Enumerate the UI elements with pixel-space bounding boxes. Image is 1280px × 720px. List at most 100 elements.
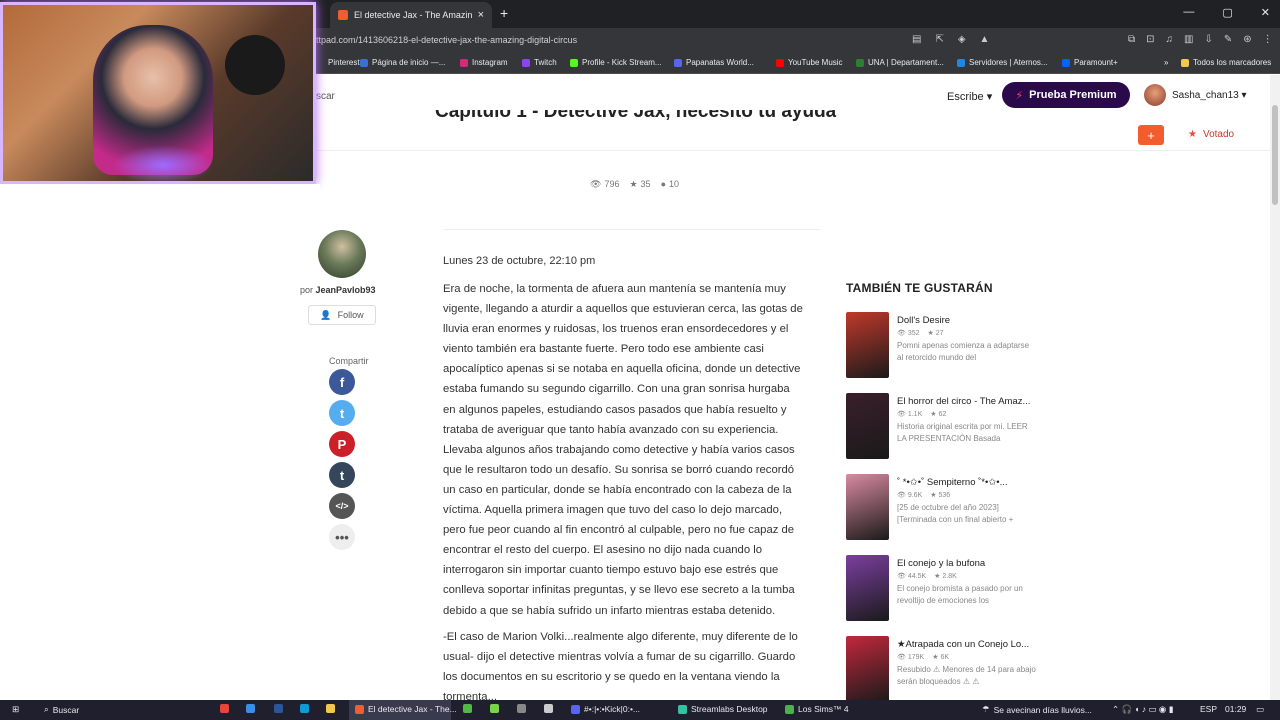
- recommendation-item[interactable]: El horror del circo - The Amaz... 👁 1.1K ★…: [846, 393, 1046, 461]
- user-menu[interactable]: Sasha_chan13 ▾: [1144, 84, 1247, 106]
- bookmark-label: UNA | Departament...: [868, 58, 944, 67]
- book-title[interactable]: ★Atrapada con un Conejo Lo...: [897, 639, 1037, 650]
- scrollbar-thumb[interactable]: [1272, 105, 1278, 205]
- close-tab-icon[interactable]: ×: [478, 9, 484, 21]
- author-name[interactable]: JeanPavlob93: [316, 285, 376, 295]
- bookmark-item[interactable]: Profile - Kick Stream...: [570, 58, 662, 67]
- views-stat: 👁 179K: [897, 654, 925, 661]
- facebook-share-icon[interactable]: f: [329, 369, 355, 395]
- page-scrollbar[interactable]: [1270, 75, 1280, 700]
- bookmark-item[interactable]: Twitch: [522, 58, 557, 67]
- bookmark-item[interactable]: Todos los marcadores: [1181, 58, 1271, 67]
- browser-tab[interactable]: El detective Jax - The Amazing D ×: [330, 2, 492, 28]
- menu-icon[interactable]: ⋮: [1263, 34, 1273, 45]
- embed-share-icon[interactable]: </>: [329, 493, 355, 519]
- book-description: [25 de octubre del año 2023] [Terminada …: [897, 503, 1014, 524]
- voted-label: Votado: [1202, 129, 1235, 140]
- book-title[interactable]: El conejo y la bufona: [897, 558, 1037, 569]
- tumblr-share-icon[interactable]: t: [329, 462, 355, 488]
- recommendation-item[interactable]: ˚ *•✩•˚ Sempiterno ˚*•✩•... 👁 9.6K ★ 536 [2…: [846, 474, 1046, 542]
- edge-task-icon[interactable]: [300, 704, 309, 713]
- vpn-icon[interactable]: ⊛: [1243, 34, 1251, 45]
- webcam-background-panel: [0, 184, 320, 204]
- comments-stat: ● 10: [660, 179, 680, 189]
- word-task-icon[interactable]: [274, 704, 283, 713]
- book-cover[interactable]: [846, 312, 889, 378]
- brave-rewards-icon[interactable]: ▲: [980, 34, 990, 45]
- bookmark-item[interactable]: Página de inicio —...: [360, 58, 445, 67]
- windows-taskbar: ⊞ ⌕ Buscar El detective Jax - The... #•:…: [0, 700, 1280, 720]
- recommendation-item[interactable]: ★Atrapada con un Conejo Lo... 👁 179K ★ 6K R…: [846, 636, 1046, 700]
- settings-task-icon[interactable]: [246, 704, 255, 713]
- bookmark-item[interactable]: Papanatas World...: [674, 58, 754, 67]
- tray-icons[interactable]: ⌃ 🎧 ◖ ♪ ▭ ◉ ▮: [1112, 704, 1173, 715]
- search-label: Buscar: [52, 704, 80, 715]
- browser-task[interactable]: El detective Jax - The...: [355, 704, 457, 714]
- notifications-icon[interactable]: ▭: [1256, 704, 1264, 715]
- bookmark-favicon-icon: [1181, 58, 1189, 67]
- bookmark-item[interactable]: Instagram: [460, 58, 508, 67]
- pen-icon[interactable]: ✎: [1224, 34, 1232, 45]
- book-title[interactable]: Doll's Desire: [897, 315, 1037, 326]
- sidebar-icon[interactable]: ▥: [1184, 34, 1193, 45]
- bookmark-item[interactable]: »: [1152, 58, 1168, 67]
- brave-shield-icon[interactable]: ◈: [958, 34, 966, 45]
- close-window-button[interactable]: ✕: [1261, 6, 1270, 19]
- book-cover[interactable]: [846, 555, 889, 621]
- story-paragraph: -El caso de Marion Volki...realmente alg…: [443, 630, 798, 700]
- book-title[interactable]: ˚ *•✩•˚ Sempiterno ˚*•✩•...: [897, 477, 1037, 488]
- bookmark-item[interactable]: YouTube Music: [776, 58, 843, 67]
- bookmark-item[interactable]: UNA | Departament...: [856, 58, 944, 67]
- app-task-icon[interactable]: [463, 704, 472, 713]
- app-task-icon[interactable]: [544, 704, 553, 713]
- minimize-button[interactable]: —: [1183, 6, 1194, 19]
- follow-label: Follow: [337, 310, 364, 320]
- download-icon[interactable]: ⇩: [1204, 34, 1212, 45]
- bookmark-label: Paramount+: [1074, 58, 1118, 67]
- new-tab-button[interactable]: +: [500, 5, 508, 21]
- app-task-icon[interactable]: [490, 704, 499, 713]
- maximize-button[interactable]: ▢: [1222, 6, 1232, 19]
- clock[interactable]: 01:29: [1225, 704, 1246, 714]
- recommendation-item[interactable]: El conejo y la bufona 👁 44.5K ★ 2.8K El con…: [846, 555, 1046, 623]
- media-icon[interactable]: ♫: [1166, 34, 1174, 45]
- start-icon[interactable]: ⊞: [12, 704, 19, 715]
- bookmark-item[interactable]: Pinterest: [316, 58, 360, 67]
- twitter-share-icon[interactable]: t: [329, 400, 355, 426]
- book-cover[interactable]: [846, 393, 889, 459]
- bookmark-item[interactable]: Paramount+: [1062, 58, 1118, 67]
- book-cover[interactable]: [846, 474, 889, 540]
- chrome-task-icon[interactable]: [220, 704, 229, 713]
- follow-button[interactable]: 👤 Follow: [308, 305, 376, 325]
- recommendation-item[interactable]: Doll's Desire 👁 352 ★ 27 Pomni apenas comie…: [846, 312, 1046, 380]
- extensions-icon[interactable]: ⧉: [1128, 34, 1135, 45]
- more-share-icon[interactable]: •••: [329, 524, 355, 550]
- explorer-task-icon[interactable]: [326, 704, 335, 713]
- book-stats: 👁 44.5K ★ 2.8K: [897, 572, 957, 580]
- bookmark-label: Twitch: [534, 58, 557, 67]
- taskbar-search[interactable]: ⌕ Buscar: [44, 704, 79, 715]
- book-stats: 👁 352 ★ 27: [897, 329, 944, 337]
- sims-task[interactable]: Los Sims™ 4: [785, 704, 849, 714]
- share-icon[interactable]: ⇱: [935, 34, 943, 45]
- streamlabs-task[interactable]: Streamlabs Desktop: [678, 704, 768, 714]
- screenshot-icon[interactable]: ⊡: [1146, 34, 1154, 45]
- weather-widget[interactable]: ☂ Se avecinan días lluvios...: [982, 704, 1092, 715]
- kick-task[interactable]: #•:|•:•Kick|0:•...: [571, 704, 640, 714]
- url-field[interactable]: ttpad.com/1413606218-el-detective-jax-th…: [316, 35, 577, 45]
- language-indicator[interactable]: ESP: [1200, 704, 1217, 714]
- bookmark-label: YouTube Music: [788, 58, 843, 67]
- premium-button[interactable]: ⚡ Prueba Premium: [1002, 82, 1130, 108]
- book-cover[interactable]: [846, 636, 889, 700]
- reader-mode-icon[interactable]: ▤: [912, 34, 921, 45]
- author-avatar[interactable]: [318, 230, 366, 278]
- voted-button[interactable]: ★ Votado: [1188, 129, 1234, 140]
- add-to-list-button[interactable]: +: [1138, 125, 1164, 145]
- search-link[interactable]: scar: [316, 91, 335, 102]
- bookmark-item[interactable]: Servidores | Aternos...: [957, 58, 1048, 67]
- app-task-icon[interactable]: [517, 704, 526, 713]
- star-icon: ★: [629, 179, 638, 189]
- write-menu-button[interactable]: Escribe ▾: [947, 90, 992, 103]
- book-title[interactable]: El horror del circo - The Amaz...: [897, 396, 1037, 407]
- pinterest-share-icon[interactable]: P: [329, 431, 355, 457]
